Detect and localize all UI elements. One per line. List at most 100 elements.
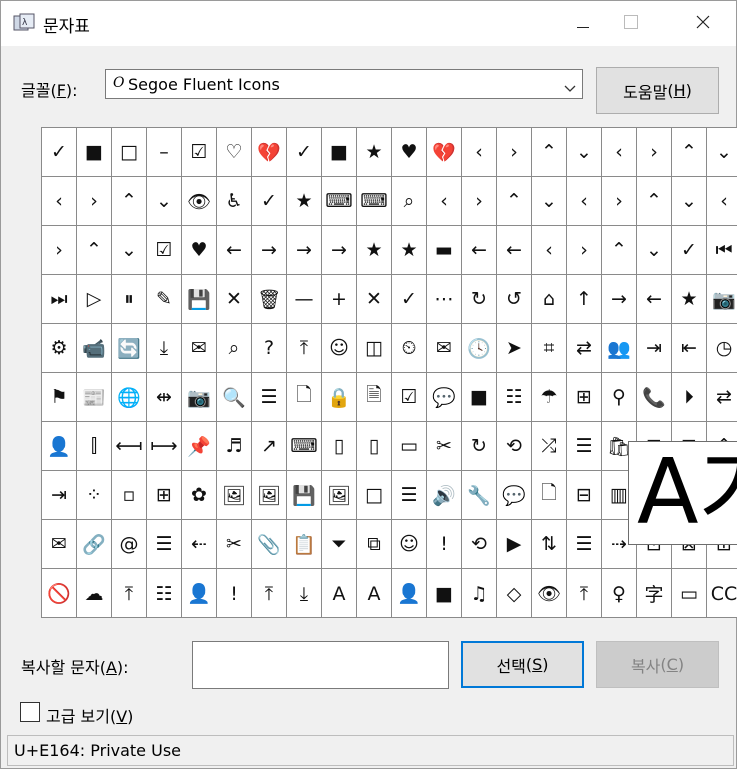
glyph-cell[interactable]: ☷ xyxy=(147,569,182,617)
glyph-cell[interactable]: 🖼 xyxy=(252,471,287,520)
glyph-cell[interactable]: 👤 xyxy=(392,569,427,617)
glyph-cell[interactable]: 字 xyxy=(637,569,672,617)
glyph-cell[interactable]: 🕓 xyxy=(462,324,497,373)
glyph-cell[interactable]: ▶ xyxy=(497,520,532,569)
glyph-cell[interactable]: 💔 xyxy=(252,128,287,177)
glyph-cell[interactable]: ⤓ xyxy=(147,324,182,373)
glyph-cell[interactable]: 🔄 xyxy=(112,324,147,373)
glyph-cell[interactable]: 💾 xyxy=(287,471,322,520)
glyph-cell[interactable]: 🗎 xyxy=(357,373,392,422)
glyph-cell[interactable]: ◷ xyxy=(707,324,737,373)
glyph-cell[interactable]: › xyxy=(497,128,532,177)
glyph-cell[interactable]: ⇅ xyxy=(532,520,567,569)
glyph-cell[interactable]: ⌄ xyxy=(147,177,182,226)
glyph-cell[interactable]: ☑ xyxy=(182,128,217,177)
glyph-cell[interactable]: 🔧 xyxy=(462,471,497,520)
glyph-cell[interactable]: 👁 xyxy=(532,569,567,617)
glyph-cell[interactable]: ♫ xyxy=(462,569,497,617)
glyph-cell[interactable]: ⚙ xyxy=(42,324,77,373)
glyph-cell[interactable]: ⏷ xyxy=(322,520,357,569)
glyph-cell[interactable]: ⌄ xyxy=(112,226,147,275)
glyph-cell[interactable]: ⚑ xyxy=(42,373,77,422)
glyph-cell[interactable]: ✕ xyxy=(357,275,392,324)
glyph-cell[interactable]: 🗑 xyxy=(252,275,287,324)
glyph-cell[interactable]: › xyxy=(77,177,112,226)
glyph-cell[interactable]: 🖼 xyxy=(217,471,252,520)
glyph-cell[interactable]: ♬ xyxy=(217,422,252,471)
glyph-cell[interactable]: ‹ xyxy=(707,177,737,226)
glyph-cell[interactable]: ★ xyxy=(392,226,427,275)
glyph-cell[interactable]: 🖼 xyxy=(322,471,357,520)
glyph-cell[interactable]: 📰 xyxy=(77,373,112,422)
glyph-cell[interactable]: 📎 xyxy=(252,520,287,569)
glyph-cell[interactable]: A xyxy=(322,569,357,617)
glyph-cell[interactable]: ✓ xyxy=(392,275,427,324)
glyph-cell[interactable]: 💾 xyxy=(182,275,217,324)
glyph-cell[interactable]: ⤒ xyxy=(287,324,322,373)
glyph-cell[interactable]: ★ xyxy=(672,275,707,324)
glyph-cell[interactable]: → xyxy=(287,226,322,275)
glyph-cell[interactable]: ⌄ xyxy=(707,128,737,177)
glyph-cell[interactable]: 💔 xyxy=(427,128,462,177)
glyph-cell[interactable]: ⤮ xyxy=(532,422,567,471)
glyph-cell[interactable]: ◇ xyxy=(497,569,532,617)
glyph-cell[interactable]: ⇤ xyxy=(672,324,707,373)
glyph-cell[interactable]: › xyxy=(42,226,77,275)
glyph-cell[interactable]: ✓ xyxy=(42,128,77,177)
glyph-cell[interactable]: › xyxy=(602,177,637,226)
glyph-cell[interactable]: 📹 xyxy=(77,324,112,373)
glyph-cell[interactable]: → xyxy=(322,226,357,275)
glyph-cell[interactable]: ★ xyxy=(357,128,392,177)
glyph-cell[interactable]: 📌 xyxy=(182,422,217,471)
glyph-cell[interactable]: 👤 xyxy=(42,422,77,471)
glyph-cell[interactable]: ☺ xyxy=(322,324,357,373)
glyph-cell[interactable]: ↻ xyxy=(462,422,497,471)
glyph-cell[interactable]: ⇄ xyxy=(567,324,602,373)
glyph-cell[interactable]: 💬 xyxy=(497,471,532,520)
font-dropdown[interactable]: O Segoe Fluent Icons xyxy=(105,69,583,99)
glyph-cell[interactable]: ▭ xyxy=(392,422,427,471)
glyph-cell[interactable]: ⌨ xyxy=(357,177,392,226)
close-button[interactable] xyxy=(679,1,727,46)
glyph-cell[interactable]: 🗋 xyxy=(287,373,322,422)
glyph-cell[interactable]: ⇄ xyxy=(707,373,737,422)
glyph-cell[interactable]: ✓ xyxy=(252,177,287,226)
glyph-cell[interactable]: ⌗ xyxy=(532,324,567,373)
help-button[interactable]: 도움말(H) xyxy=(596,67,719,114)
glyph-cell[interactable]: A xyxy=(357,569,392,617)
glyph-cell[interactable]: 👤 xyxy=(182,569,217,617)
glyph-cell[interactable]: ✎ xyxy=(147,275,182,324)
glyph-cell[interactable]: ✕ xyxy=(217,275,252,324)
glyph-cell[interactable]: @ xyxy=(112,520,147,569)
glyph-cell[interactable]: ☑ xyxy=(392,373,427,422)
glyph-cell[interactable]: ■ xyxy=(462,373,497,422)
glyph-cell[interactable]: ☰ xyxy=(567,422,602,471)
glyph-cell[interactable]: ⌄ xyxy=(637,226,672,275)
glyph-cell[interactable]: ✉ xyxy=(42,520,77,569)
glyph-cell[interactable]: ✉ xyxy=(427,324,462,373)
glyph-cell[interactable]: ⌨ xyxy=(287,422,322,471)
glyph-cell[interactable]: 🗋 xyxy=(532,471,567,520)
glyph-cell[interactable]: ! xyxy=(427,520,462,569)
glyph-cell[interactable]: ⌄ xyxy=(672,177,707,226)
glyph-cell[interactable]: ■ xyxy=(427,569,462,617)
glyph-cell[interactable]: ← xyxy=(637,275,672,324)
glyph-cell[interactable]: ◫ xyxy=(357,324,392,373)
glyph-cell[interactable]: ⤓ xyxy=(287,569,322,617)
glyph-cell[interactable]: ← xyxy=(217,226,252,275)
glyph-cell[interactable]: ▯ xyxy=(322,422,357,471)
glyph-cell[interactable]: ♀ xyxy=(602,569,637,617)
glyph-cell[interactable]: ☰ xyxy=(392,471,427,520)
glyph-cell[interactable]: ⤒ xyxy=(112,569,147,617)
advanced-view-checkbox[interactable] xyxy=(20,702,40,722)
glyph-cell[interactable]: ✂ xyxy=(427,422,462,471)
glyph-cell[interactable]: ⚲ xyxy=(602,373,637,422)
advanced-view-label[interactable]: 고급 보기(V) xyxy=(46,703,133,727)
glyph-cell[interactable]: ⊞ xyxy=(147,471,182,520)
glyph-cell[interactable]: ▫ xyxy=(112,471,147,520)
glyph-cell[interactable]: ← xyxy=(462,226,497,275)
glyph-cell[interactable]: ⊞ xyxy=(567,373,602,422)
glyph-cell[interactable]: 🔍 xyxy=(217,373,252,422)
glyph-cell[interactable]: ⌃ xyxy=(637,177,672,226)
glyph-cell[interactable]: ⌨ xyxy=(322,177,357,226)
